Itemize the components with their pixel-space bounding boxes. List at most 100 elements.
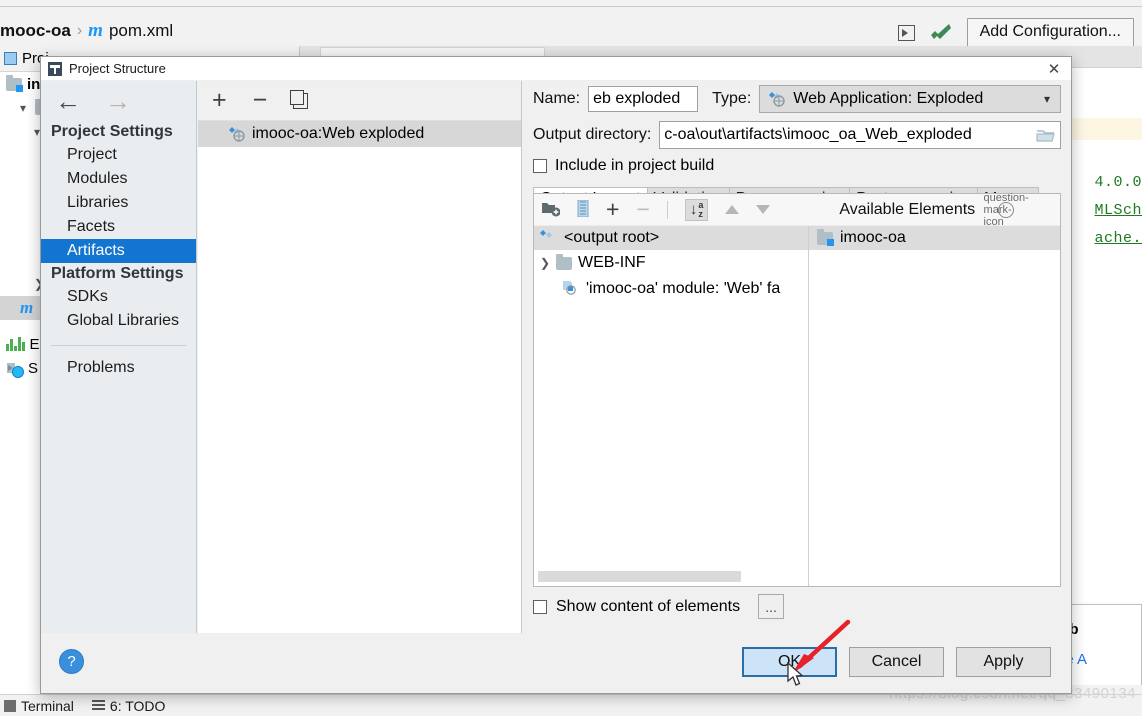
more-options-button[interactable]: ... — [758, 594, 785, 619]
folder-icon-webinf — [556, 253, 572, 270]
nav-history-toolbar: ← → — [41, 81, 196, 121]
available-elements-tree[interactable]: imooc-oa — [809, 226, 1060, 586]
copy-icon[interactable] — [290, 89, 309, 109]
hammer-icon[interactable] — [929, 22, 953, 44]
include-in-build-row[interactable]: Include in project build — [523, 153, 1071, 179]
remove-artifact-button[interactable]: − — [253, 88, 268, 113]
output-root-tree[interactable]: <output root> ❯ WEB-INF 'imooc-oa' modul… — [534, 226, 809, 586]
remove-element-button[interactable]: − — [636, 198, 649, 221]
dialog-title: Project Structure — [69, 61, 166, 76]
run-configuration-icon[interactable] — [897, 24, 915, 41]
artifact-list-item-label: imooc-oa:Web exploded — [252, 125, 425, 142]
chevron-down-icon-combo[interactable]: ▾ — [1044, 92, 1050, 106]
settings-nav-pane: ← → Project Settings Project Modules Lib… — [41, 81, 197, 633]
dialog-body: ← → Project Settings Project Modules Lib… — [41, 81, 1071, 693]
add-artifact-button[interactable]: + — [212, 88, 227, 113]
schedule-icon — [6, 361, 24, 378]
type-label: Type: — [712, 90, 752, 107]
project-icon — [4, 52, 17, 65]
code-line-2: MLSch — [1094, 202, 1142, 219]
maven-file-icon-2: m — [20, 298, 34, 317]
help-button[interactable]: ? — [59, 649, 84, 674]
sidebar-item-facets[interactable]: Facets — [41, 215, 196, 239]
dialog-title-bar: Project Structure ✕ — [41, 57, 1071, 81]
tool-button-bar-chart-label: E — [29, 335, 40, 353]
artifact-detail-pane: Name: eb exploded Type: Web Application:… — [523, 81, 1071, 633]
dialog-footer: ? OK Cancel Apply — [41, 633, 1071, 693]
ide-navigation-bar: mooc-oa › m pom.xml Add Configuration... — [0, 8, 1142, 47]
web-exploded-artifact-icon — [228, 126, 246, 142]
ide-menu-bar — [0, 0, 1142, 7]
include-in-build-checkbox[interactable] — [533, 159, 547, 173]
add-element-button[interactable]: + — [606, 198, 619, 221]
sidebar-item-sdks[interactable]: SDKs — [41, 285, 196, 309]
show-content-row: Show content of elements ... — [533, 594, 785, 619]
output-directory-row: Output directory: c-oa\out\artifacts\imo… — [523, 117, 1071, 153]
sidebar-item-global-libraries[interactable]: Global Libraries — [41, 309, 196, 333]
project-structure-icon — [48, 61, 62, 76]
sidebar-item-modules[interactable]: Modules — [41, 167, 196, 191]
artifact-name-input[interactable]: eb exploded — [588, 86, 699, 112]
artifact-list-toolbar: + − — [198, 81, 521, 121]
breadcrumb-file[interactable]: pom.xml — [109, 21, 173, 41]
chevron-down-icon[interactable]: ▾ — [20, 101, 30, 115]
sidebar-item-libraries[interactable]: Libraries — [41, 191, 196, 215]
artifact-list-item[interactable]: imooc-oa:Web exploded — [198, 121, 521, 147]
nav-group-project-settings: Project Settings — [51, 123, 173, 140]
tree-row-output-root[interactable]: <output root> — [534, 226, 808, 250]
artifact-type-value: Web Application: Exploded — [793, 90, 984, 107]
output-layout-panel: + − ↓ az Available Elements question-mar… — [533, 192, 1061, 587]
project-structure-dialog: Project Structure ✕ ← → Project Settings… — [40, 56, 1072, 694]
chevron-right-icon-webinf[interactable]: ❯ — [540, 256, 550, 270]
tree-row-module-web-facet[interactable]: 'imooc-oa' module: 'Web' fa — [534, 276, 808, 302]
sidebar-item-artifacts[interactable]: Artifacts — [41, 239, 196, 263]
arrow-right-icon[interactable]: → — [105, 88, 131, 114]
artifact-root-icon — [539, 229, 557, 248]
folder-browse-icon[interactable] — [1036, 128, 1056, 143]
new-folder-icon[interactable] — [541, 200, 561, 220]
arrow-left-icon[interactable]: ← — [55, 88, 81, 114]
close-icon[interactable]: ✕ — [1041, 58, 1067, 80]
apply-button[interactable]: Apply — [956, 647, 1051, 677]
artifact-list-pane: + − imooc-oa:Web exploded — [198, 81, 522, 633]
output-directory-input[interactable]: c-oa\out\artifacts\imooc_oa_Web_exploded — [659, 121, 1061, 149]
bar-chart-icon — [6, 337, 25, 351]
toolbar-separator — [666, 200, 668, 219]
ok-button[interactable]: OK — [742, 647, 837, 677]
include-in-build-label: Include in project build — [555, 157, 715, 174]
show-content-label: Show content of elements — [556, 597, 741, 615]
todo-list-icon — [91, 700, 105, 711]
sidebar-item-problems[interactable]: Problems — [41, 356, 196, 380]
sort-alpha-icon[interactable]: ↓ az — [684, 198, 709, 221]
web-facet-icon — [562, 279, 580, 300]
code-line-1: 4.0.0 — [1094, 174, 1142, 191]
maven-file-icon: m — [88, 20, 103, 41]
status-terminal[interactable]: Terminal — [4, 698, 74, 714]
nav-group-platform-settings: Platform Settings — [51, 265, 184, 282]
breadcrumb-module[interactable]: mooc-oa — [0, 21, 71, 41]
tree-horizontal-scrollbar[interactable] — [538, 571, 741, 582]
show-content-checkbox[interactable] — [533, 599, 547, 614]
arrow-down-icon[interactable] — [756, 205, 771, 214]
output-layout-toolbar: + − ↓ az Available Elements question-mar… — [534, 192, 1060, 228]
arrow-up-icon[interactable] — [725, 205, 740, 214]
cancel-button[interactable]: Cancel — [849, 647, 944, 677]
tree-node-module-label: in — [27, 75, 41, 93]
breadcrumb: mooc-oa › m pom.xml — [0, 20, 173, 42]
add-configuration-button[interactable]: Add Configuration... — [966, 18, 1134, 47]
module-folder-icon — [817, 228, 834, 246]
tree-row-web-inf[interactable]: ❯ WEB-INF — [534, 250, 808, 276]
question-mark-icon[interactable]: question-mark-icon — [984, 192, 1029, 228]
output-directory-label: Output directory: — [533, 126, 652, 143]
sidebar-item-project[interactable]: Project — [41, 143, 196, 167]
status-todo[interactable]: 6: TODO — [91, 698, 165, 714]
output-directory-value: c-oa\out\artifacts\imooc_oa_Web_exploded — [664, 126, 972, 143]
tree-row-available-module[interactable]: imooc-oa — [809, 226, 1060, 250]
archive-icon[interactable] — [577, 199, 589, 220]
terminal-icon — [4, 699, 16, 712]
available-elements-label: Available Elements — [839, 200, 976, 218]
code-line-3: ache. — [1094, 230, 1142, 247]
artifact-type-combobox[interactable]: Web Application: Exploded ▾ — [759, 85, 1061, 113]
name-label: Name: — [533, 90, 581, 107]
run-widgets: Add Configuration... — [897, 18, 1134, 47]
